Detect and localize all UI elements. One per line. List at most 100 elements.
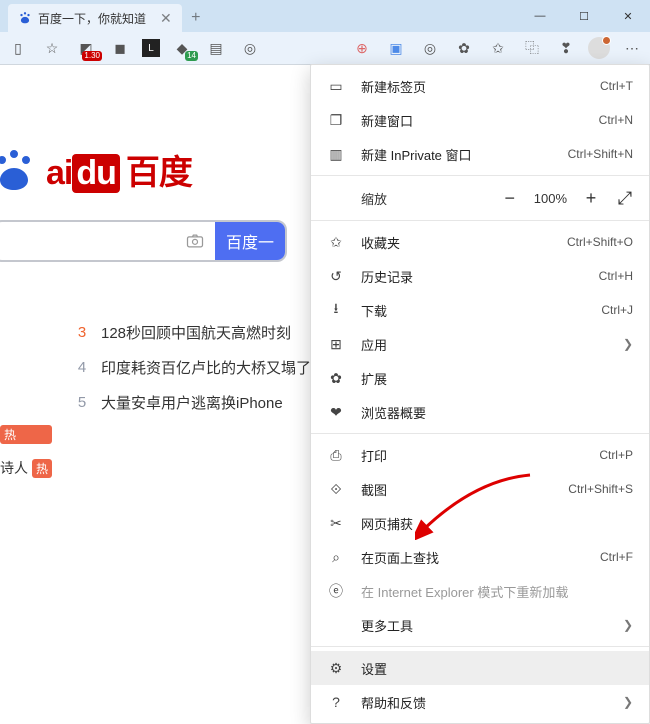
menu-item-label: 更多工具	[361, 616, 617, 635]
chevron-right-icon: ❯	[623, 337, 633, 351]
menu-separator	[311, 646, 649, 647]
menu-item-label: 收藏夹	[361, 233, 567, 252]
favorites-bar-icon[interactable]: ✩	[486, 36, 510, 60]
menu-item-label: 下载	[361, 301, 601, 320]
menu-item-shortcut: Ctrl+N	[599, 113, 633, 127]
zoom-label: 缩放	[325, 189, 500, 208]
apps-icon: ⊞	[325, 336, 347, 353]
browser-toolbar: ▯ ☆ ◩1.30 ◼ L ◆14 ▤ ◎ ⊕ ▣ ◎ ✿ ✩ ⿻ ❣ ⋯	[0, 32, 650, 65]
menu-item-label: 浏览器概要	[361, 403, 633, 422]
new-tab-button[interactable]: +	[182, 4, 210, 32]
heart-icon[interactable]: ❣	[554, 36, 578, 60]
menu-item-webcap[interactable]: ✂ 网页捕获	[311, 506, 649, 540]
ext-red-icon[interactable]: ◩1.30	[74, 36, 98, 60]
menu-item-perf[interactable]: ❤ 浏览器概要	[311, 395, 649, 429]
favorites-star-icon[interactable]: ☆	[40, 36, 64, 60]
menu-item-label: 打印	[361, 446, 599, 465]
profile-avatar[interactable]	[588, 37, 610, 59]
window-icon: ❐	[325, 112, 347, 129]
ext-green-icon[interactable]: ◆14	[170, 36, 194, 60]
ext-image-icon[interactable]: ▤	[204, 36, 228, 60]
menu-item-shortcut: Ctrl+T	[600, 79, 633, 93]
minimize-button[interactable]: —	[518, 0, 562, 32]
chevron-right-icon: ❯	[623, 695, 633, 709]
ext-camera-icon[interactable]: ◎	[238, 36, 262, 60]
print-icon: ⎙	[325, 447, 347, 464]
menu-item-label: 网页捕获	[361, 514, 633, 533]
browser-tab[interactable]: 百度一下，你就知道 ✕	[8, 4, 182, 32]
menu-item-star[interactable]: ✩ 收藏夹 Ctrl+Shift+O	[311, 225, 649, 259]
zoom-out-button[interactable]: −	[500, 188, 520, 209]
hot-tag: 热	[32, 459, 52, 478]
window-controls: — ☐ ✕	[518, 0, 650, 32]
collections-icon[interactable]: ⿻	[520, 36, 544, 60]
inprivate-icon: ▥	[325, 146, 347, 163]
download-icon: ⭳	[325, 298, 347, 322]
capture-icon: ⟐	[325, 481, 347, 498]
menu-separator	[311, 433, 649, 434]
menu-item-shortcut: Ctrl+Shift+S	[568, 482, 633, 496]
hot-text: 印度耗资百亿卢比的大桥又塌了	[101, 357, 311, 378]
ext-l-icon[interactable]: L	[142, 39, 160, 57]
menu-item-ie: ⓔ 在 Internet Explorer 模式下重新加载	[311, 574, 649, 608]
zoom-in-button[interactable]: +	[581, 188, 601, 209]
ext-black-icon[interactable]: ◼	[108, 36, 132, 60]
close-tab-icon[interactable]: ✕	[160, 10, 172, 27]
hot-rank: 4	[75, 359, 89, 376]
menu-separator	[311, 220, 649, 221]
search-input[interactable]	[0, 222, 175, 260]
maximize-button[interactable]: ☐	[562, 0, 606, 32]
menu-item-label: 扩展	[361, 369, 633, 388]
menu-item-label: 设置	[361, 659, 633, 678]
tab-title: 百度一下，你就知道	[38, 10, 146, 27]
titlebar: 百度一下，你就知道 ✕ + — ☐ ✕	[0, 0, 650, 32]
menu-item-history[interactable]: ↺ 历史记录 Ctrl+H	[311, 259, 649, 293]
settings-and-more-menu: ▭ 新建标签页 Ctrl+T ❐ 新建窗口 Ctrl+N ▥ 新建 InPriv…	[310, 64, 650, 724]
find-icon: ⌕	[325, 549, 347, 566]
menu-item-gear[interactable]: ⚙ 设置	[311, 651, 649, 685]
hot-rank: 5	[75, 394, 89, 411]
logo-text-en-left: ai	[46, 154, 72, 193]
menu-item-print[interactable]: ⎙ 打印 Ctrl+P	[311, 438, 649, 472]
zoom-row: 缩放 − 100% + ⤢	[311, 180, 649, 216]
perf-icon: ❤	[325, 404, 347, 421]
close-window-button[interactable]: ✕	[606, 0, 650, 32]
menu-item-ext[interactable]: ✿ 扩展	[311, 361, 649, 395]
menu-item-download[interactable]: ⭳ 下载 Ctrl+J	[311, 293, 649, 327]
add-icon[interactable]: ⊕	[350, 36, 374, 60]
gear-icon: ⚙	[325, 660, 347, 677]
search-button[interactable]: 百度一	[215, 222, 285, 260]
webcap-icon: ✂	[325, 515, 347, 532]
ie-icon: ⓔ	[325, 581, 347, 601]
menu-item-help[interactable]: ? 帮助和反馈 ❯	[311, 685, 649, 719]
menu-item-find[interactable]: ⌕ 在页面上查找 Ctrl+F	[311, 540, 649, 574]
menu-item-label: 在页面上查找	[361, 548, 600, 567]
menu-item-label: 历史记录	[361, 267, 599, 286]
menu-item-label: 在 Internet Explorer 模式下重新加载	[361, 582, 633, 601]
menu-item-capture[interactable]: ⟐ 截图 Ctrl+Shift+S	[311, 472, 649, 506]
read-aloud-icon[interactable]: ▯	[6, 36, 30, 60]
paw-icon	[0, 146, 38, 194]
menu-item-window[interactable]: ❐ 新建窗口 Ctrl+N	[311, 103, 649, 137]
menu-item-more[interactable]: 更多工具 ❯	[311, 608, 649, 642]
note-icon[interactable]: ◎	[418, 36, 442, 60]
settings-and-more-button[interactable]: ⋯	[620, 36, 644, 60]
history-icon: ↺	[325, 268, 347, 285]
badge-red: 1.30	[82, 51, 102, 61]
menu-item-shortcut: Ctrl+P	[599, 448, 633, 462]
menu-item-inprivate[interactable]: ▥ 新建 InPrivate 窗口 Ctrl+Shift+N	[311, 137, 649, 171]
zoom-percent: 100%	[534, 191, 567, 206]
puzzle-icon[interactable]: ✿	[452, 36, 476, 60]
image-icon[interactable]: ▣	[384, 36, 408, 60]
menu-item-label: 帮助和反馈	[361, 693, 617, 712]
star-icon: ✩	[325, 234, 347, 251]
camera-icon[interactable]	[175, 222, 215, 260]
menu-item-apps[interactable]: ⊞ 应用 ❯	[311, 327, 649, 361]
tab-icon: ▭	[325, 78, 347, 95]
help-icon: ?	[325, 694, 347, 710]
fullscreen-button[interactable]: ⤢	[615, 188, 635, 209]
menu-item-label: 应用	[361, 335, 617, 354]
chevron-right-icon: ❯	[623, 618, 633, 632]
hot-tag: 热	[0, 425, 52, 444]
menu-item-tab[interactable]: ▭ 新建标签页 Ctrl+T	[311, 69, 649, 103]
